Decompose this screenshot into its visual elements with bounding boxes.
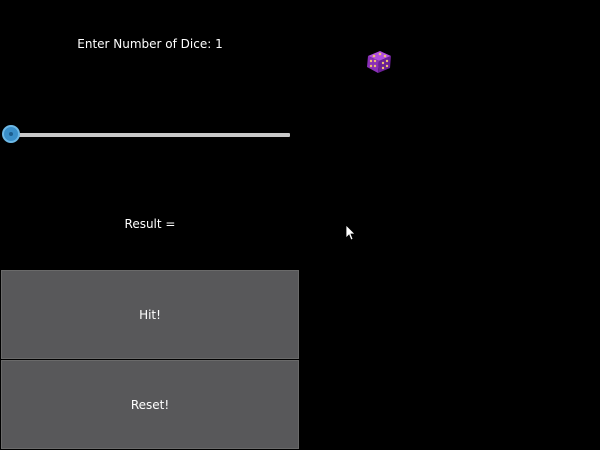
dice-icon [367,51,391,73]
hit-button[interactable]: Hit! [1,270,299,359]
slider-track[interactable] [12,133,290,137]
result-label: Result = [124,217,176,231]
controls-panel: Enter Number of Dice: 1 Result = Hit! Re… [0,0,300,450]
dice-count-label: Enter Number of Dice: 1 [77,37,223,51]
slider-handle[interactable] [2,125,20,143]
dice-count-slider[interactable] [2,124,290,146]
reset-button[interactable]: Reset! [1,360,299,449]
dice-app-window: Enter Number of Dice: 1 Result = Hit! Re… [0,0,600,450]
mouse-cursor-icon [345,224,356,241]
